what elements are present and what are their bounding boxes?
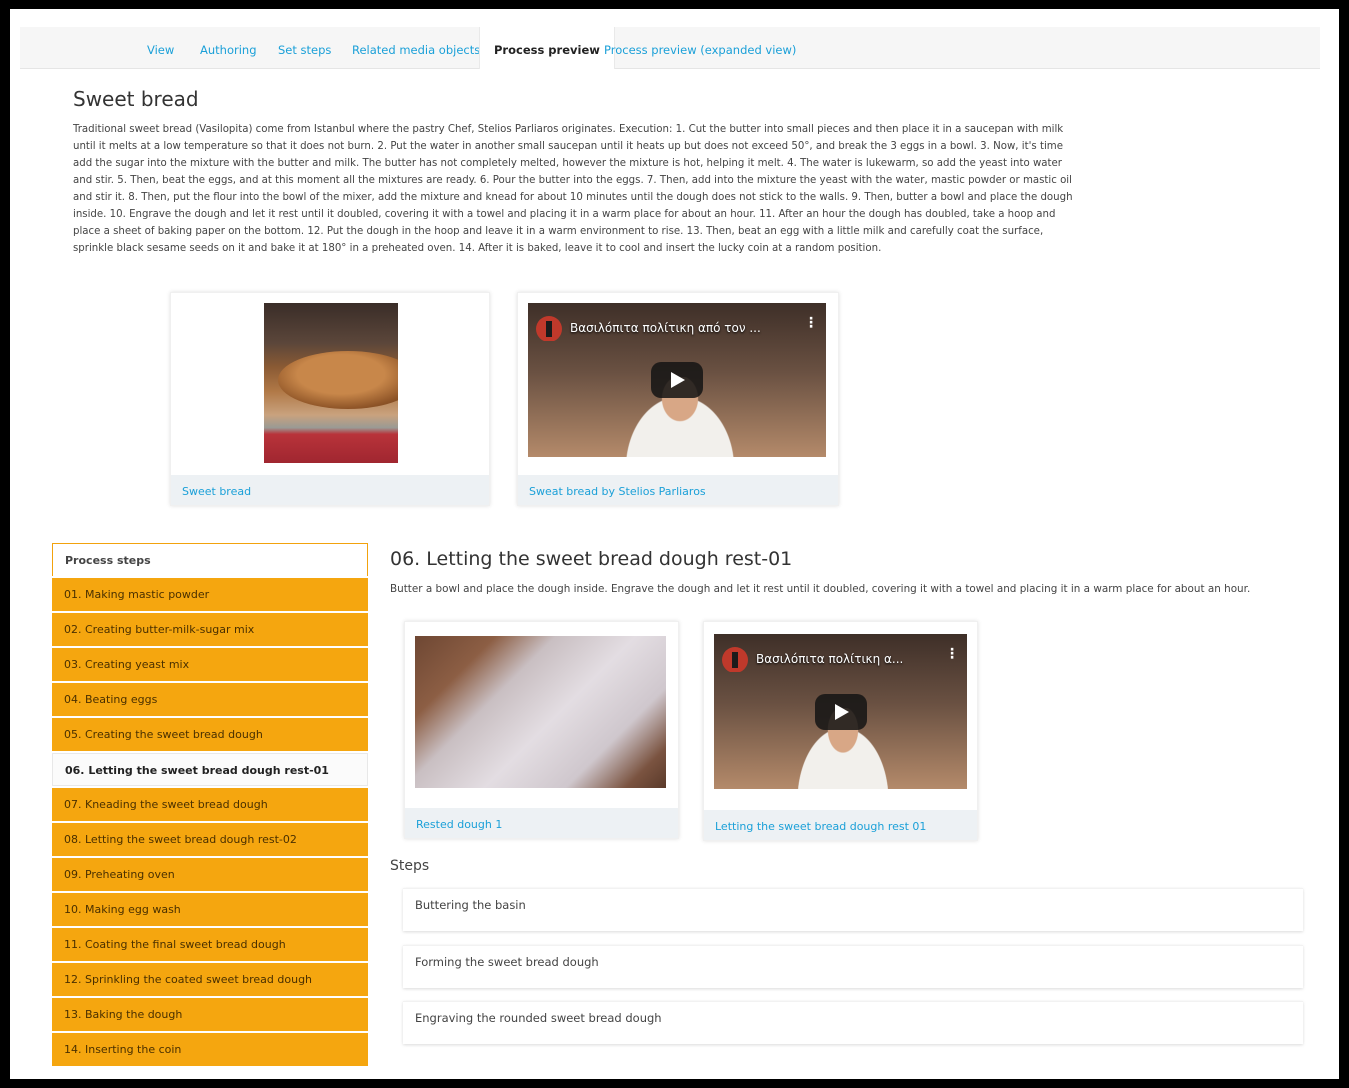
media-caption[interactable]: Sweat bread by Stelios Parliaros (518, 475, 838, 505)
sweet-bread-image (264, 303, 398, 463)
sidebar-item-step-03[interactable]: 03. Creating yeast mix (52, 648, 368, 681)
app-frame: View Authoring Set steps Related media o… (10, 9, 1339, 1079)
sidebar-header: Process steps (52, 543, 368, 576)
video-player[interactable]: Βασιλόπιτα πολίτικη από τον ... ⋮ (528, 303, 826, 457)
media-card-sweet-bread[interactable]: Sweet bread (170, 292, 490, 506)
sidebar-item-step-04[interactable]: 04. Beating eggs (52, 683, 368, 716)
tab-related-media-objects[interactable]: Related media objects (352, 27, 480, 69)
steps-heading: Steps (390, 858, 430, 874)
sidebar-item-step-07[interactable]: 07. Kneading the sweet bread dough (52, 788, 368, 821)
sidebar-item-step-10[interactable]: 10. Making egg wash (52, 893, 368, 926)
step-title: 06. Letting the sweet bread dough rest-0… (390, 548, 793, 570)
process-description: Traditional sweet bread (Vasilopita) com… (73, 124, 1073, 254)
substep-item[interactable]: Forming the sweet bread dough (403, 945, 1303, 988)
tab-process-preview-expanded[interactable]: Process preview (expanded view) (604, 27, 796, 69)
sidebar-item-step-11[interactable]: 11. Coating the final sweet bread dough (52, 928, 368, 961)
rested-dough-image (415, 636, 666, 788)
tab-bar: View Authoring Set steps Related media o… (20, 27, 1320, 69)
tab-view[interactable]: View (147, 27, 174, 69)
media-card-step-video[interactable]: Βασιλόπιτα πολίτικη α... ⋮ Letting the s… (703, 621, 978, 841)
kebab-menu-icon[interactable]: ⋮ (945, 646, 959, 662)
substep-item[interactable]: Buttering the basin (403, 888, 1303, 931)
video-title-bar: Βασιλόπιτα πολίτικη α... (722, 646, 957, 672)
sidebar-item-step-08[interactable]: 08. Letting the sweet bread dough rest-0… (52, 823, 368, 856)
sidebar-item-step-02[interactable]: 02. Creating butter-milk-sugar mix (52, 613, 368, 646)
media-caption[interactable]: Sweet bread (171, 475, 489, 505)
media-caption[interactable]: Rested dough 1 (405, 808, 678, 838)
tab-authoring[interactable]: Authoring (200, 27, 257, 69)
play-icon[interactable] (651, 362, 703, 398)
sidebar-item-step-09[interactable]: 09. Preheating oven (52, 858, 368, 891)
sidebar-item-step-01[interactable]: 01. Making mastic powder (52, 578, 368, 611)
sidebar-item-step-12[interactable]: 12. Sprinkling the coated sweet bread do… (52, 963, 368, 996)
media-card-video[interactable]: Βασιλόπιτα πολίτικη από τον ... ⋮ Sweat … (517, 292, 839, 506)
video-player[interactable]: Βασιλόπιτα πολίτικη α... ⋮ (714, 634, 967, 789)
page-title: Sweet bread (73, 87, 199, 111)
video-title-bar: Βασιλόπιτα πολίτικη από τον ... (536, 315, 816, 341)
substep-item[interactable]: Engraving the rounded sweet bread dough (403, 1001, 1303, 1044)
play-icon[interactable] (814, 693, 867, 730)
channel-logo-icon (722, 646, 748, 672)
video-title: Βασιλόπιτα πολίτικη από τον ... (570, 321, 761, 335)
process-steps-sidebar: Process steps 01. Making mastic powder 0… (52, 543, 368, 1066)
sidebar-item-step-05[interactable]: 05. Creating the sweet bread dough (52, 718, 368, 751)
sidebar-item-step-14[interactable]: 14. Inserting the coin (52, 1033, 368, 1066)
media-card-rested-dough[interactable]: Rested dough 1 (404, 621, 679, 839)
tab-process-preview[interactable]: Process preview (479, 27, 615, 69)
sidebar-item-step-06[interactable]: 06. Letting the sweet bread dough rest-0… (52, 753, 368, 786)
video-title: Βασιλόπιτα πολίτικη α... (756, 652, 904, 666)
media-caption[interactable]: Letting the sweet bread dough rest 01 (704, 810, 977, 840)
kebab-menu-icon[interactable]: ⋮ (804, 315, 818, 331)
tab-set-steps[interactable]: Set steps (278, 27, 331, 69)
step-description: Butter a bowl and place the dough inside… (390, 583, 1251, 595)
channel-logo-icon (536, 315, 562, 341)
sidebar-item-step-13[interactable]: 13. Baking the dough (52, 998, 368, 1031)
